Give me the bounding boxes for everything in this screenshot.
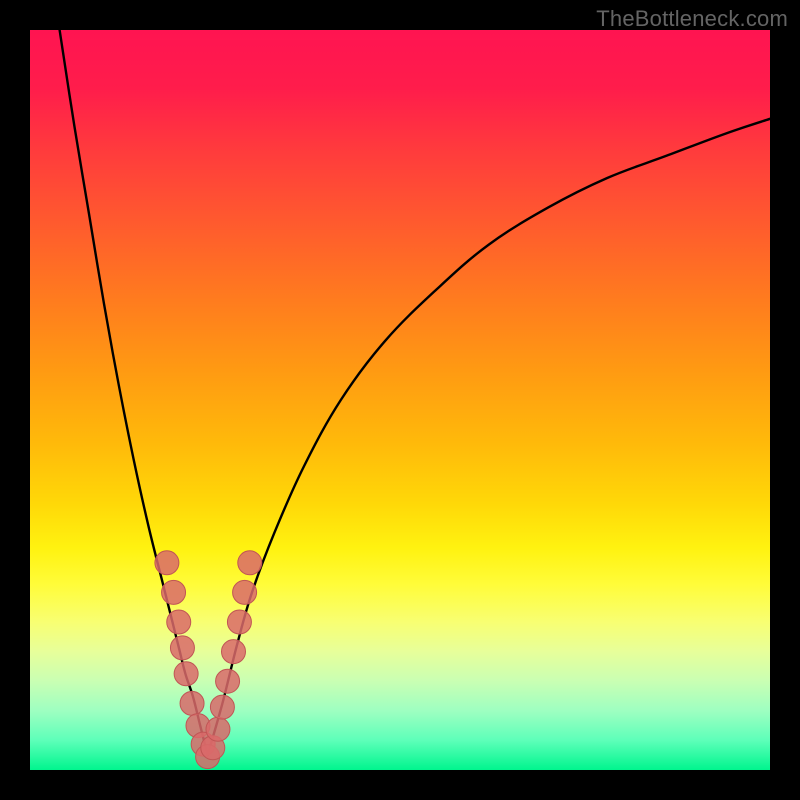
data-marker: [167, 610, 191, 634]
data-marker: [233, 580, 257, 604]
data-marker: [206, 717, 230, 741]
curve-layer: [30, 30, 770, 770]
right-curve: [208, 119, 770, 755]
marker-group: [155, 551, 262, 769]
data-marker: [238, 551, 262, 575]
watermark-text: TheBottleneck.com: [596, 6, 788, 32]
data-marker: [170, 636, 194, 660]
data-marker: [180, 691, 204, 715]
data-marker: [216, 669, 240, 693]
data-marker: [174, 662, 198, 686]
data-marker: [210, 695, 234, 719]
data-marker: [162, 580, 186, 604]
plot-area: [30, 30, 770, 770]
data-marker: [222, 640, 246, 664]
data-marker: [155, 551, 179, 575]
data-marker: [227, 610, 251, 634]
chart-frame: TheBottleneck.com: [0, 0, 800, 800]
